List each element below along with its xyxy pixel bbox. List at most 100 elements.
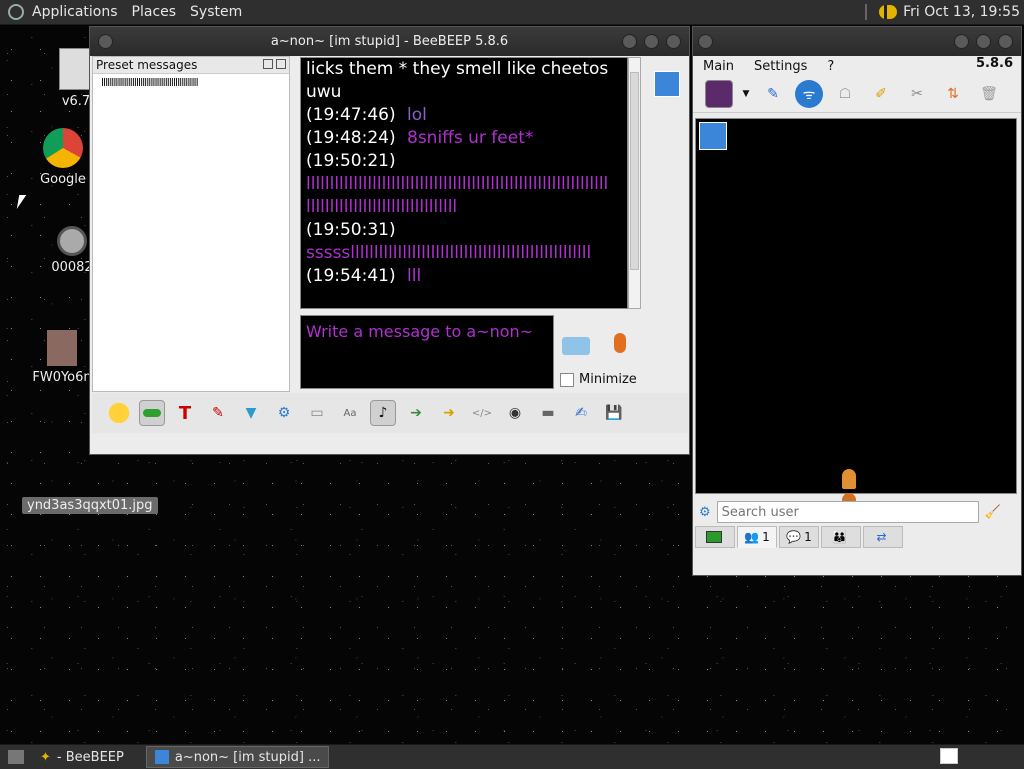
- notes-pencil-icon[interactable]: ✐: [867, 80, 895, 108]
- message-timestamp: (19:47:46): [306, 105, 396, 125]
- mask-icon[interactable]: [139, 400, 165, 426]
- user-avatar[interactable]: [654, 71, 680, 97]
- music-note-icon[interactable]: ♪: [370, 400, 396, 426]
- tools-icon[interactable]: ✂: [903, 80, 931, 108]
- chat-message-line: ssssslllllllllllllllllllllllllllllllllll…: [306, 242, 622, 265]
- desktop-icon-image[interactable]: FW0Yo6n: [30, 330, 94, 385]
- html-code-icon[interactable]: </>: [469, 400, 495, 426]
- filter-icon[interactable]: ▼: [238, 400, 264, 426]
- tab-chats[interactable]: [695, 526, 735, 548]
- main-window: Main Settings ? 5.8.6 ▼ ✎ ᯤ ☖ ✐ ✂ ⇅ 🗑 ⚙ …: [692, 26, 1022, 576]
- tray-icon[interactable]: ▭: [304, 400, 330, 426]
- menu-help[interactable]: ?: [827, 59, 834, 74]
- main-window-titlebar[interactable]: [693, 27, 1021, 56]
- image-thumbnail-icon: [47, 330, 77, 366]
- preset-message-item[interactable]: llllllllllllllllllllllllllllllllllllllll…: [93, 74, 289, 91]
- settings-gear-icon[interactable]: ⚙: [699, 505, 711, 520]
- close-window-button[interactable]: [666, 34, 681, 49]
- chat-message-line: licks them * they smell like cheetos: [306, 58, 622, 81]
- chat-log-scrollbar[interactable]: [628, 57, 641, 309]
- tab-users[interactable]: 👥 1: [737, 526, 777, 548]
- bee-icon: ✦: [40, 749, 51, 765]
- add-user-icon[interactable]: ☖: [831, 80, 859, 108]
- system-menu[interactable]: System: [190, 4, 242, 20]
- bottom-panel: ✦ - BeeBEEP a~non~ [im stupid] ...: [0, 744, 1024, 769]
- chat-avatar-icon: [154, 750, 169, 764]
- message-compose-field[interactable]: Write a message to a~non~: [300, 315, 554, 389]
- applications-menu[interactable]: Applications: [32, 4, 118, 20]
- main-tabs: 👥 1 💬 1 👪 ⇄: [695, 526, 905, 550]
- notes-icon[interactable]: ✍: [568, 400, 594, 426]
- mouse-cursor-icon: [16, 195, 27, 209]
- save-disk-icon[interactable]: 💾: [601, 400, 627, 426]
- minimize-checkbox[interactable]: [560, 372, 574, 387]
- chat-message-line: uwu: [306, 81, 622, 104]
- trash-icon[interactable]: 🗑: [975, 80, 1003, 108]
- color-picker-icon[interactable]: ✎: [205, 400, 231, 426]
- chat-message-line: (19:54:41) lll: [306, 265, 622, 288]
- settings-gear-icon[interactable]: ⚙: [271, 400, 297, 426]
- close-window-button[interactable]: [998, 34, 1013, 49]
- tab-files[interactable]: ⇄: [863, 526, 903, 548]
- chat-window-titlebar[interactable]: a~non~ [im stupid] - BeeBEEP 5.8.6: [90, 27, 689, 56]
- chat-toolbar: T ✎ ▼ ⚙ ▭ Aa ♪ ➔ ➜ </> ◉ ▬ ✍ 💾: [92, 393, 688, 433]
- workspace-switcher-icon[interactable]: [940, 748, 958, 764]
- menu-settings[interactable]: Settings: [754, 59, 807, 74]
- scrollbar-thumb[interactable]: [630, 72, 639, 270]
- message-timestamp: (19:54:41): [306, 266, 396, 286]
- tab-messages[interactable]: 💬 1: [779, 526, 819, 548]
- microphone-icon[interactable]: [610, 333, 630, 363]
- minimize-window-button[interactable]: [954, 34, 969, 49]
- distro-logo-icon[interactable]: [8, 4, 24, 20]
- maximize-window-button[interactable]: [976, 34, 991, 49]
- clock[interactable]: Fri Oct 13, 19:55: [903, 4, 1020, 20]
- beebeep-tray-icon[interactable]: [879, 5, 898, 19]
- search-user-input[interactable]: [716, 501, 979, 523]
- minimize-checkbox-row[interactable]: Minimize: [560, 372, 637, 387]
- send-file-icon[interactable]: [562, 332, 594, 360]
- update-arrow-icon[interactable]: ⇅: [939, 80, 967, 108]
- minimize-label: Minimize: [579, 372, 637, 387]
- status-avatar-icon[interactable]: [705, 80, 733, 108]
- message-text: llllllllllllllllllllllllllllllllllllllll…: [306, 174, 609, 194]
- emoticon-icon[interactable]: [106, 400, 132, 426]
- chevron-down-icon[interactable]: ▼: [741, 80, 751, 108]
- screenshot-camera-icon[interactable]: ◉: [502, 400, 528, 426]
- panel-separator: [865, 4, 868, 20]
- message-text: licks them * they smell like cheetos: [306, 59, 609, 79]
- network-broadcast-icon[interactable]: ᯤ: [795, 80, 823, 108]
- desktop-icon-chrome[interactable]: Google: [36, 128, 90, 187]
- top-panel: Applications Places System Fri Oct 13, 1…: [0, 0, 1024, 25]
- places-menu[interactable]: Places: [132, 4, 177, 20]
- version-label: 5.8.6: [975, 56, 1013, 71]
- window-menu-button[interactable]: [698, 34, 713, 49]
- chat-window: a~non~ [im stupid] - BeeBEEP 5.8.6 Prese…: [89, 26, 690, 455]
- taskbar-item-beebeep[interactable]: ✦ - BeeBEEP: [32, 746, 132, 768]
- close-panel-icon[interactable]: [276, 59, 286, 69]
- minimize-window-button[interactable]: [622, 34, 637, 49]
- taskbar-item-chat[interactable]: a~non~ [im stupid] ...: [145, 746, 330, 768]
- message-timestamp: (19:50:31): [306, 220, 396, 240]
- message-text: 8sniffs ur feet*: [407, 128, 534, 148]
- maximize-window-button[interactable]: [644, 34, 659, 49]
- users-icon: 👥: [744, 530, 760, 544]
- tab-groups[interactable]: 👪: [821, 526, 861, 548]
- share-folder-icon[interactable]: ➜: [436, 400, 462, 426]
- send-document-icon[interactable]: ➔: [403, 400, 429, 426]
- preset-messages-panel: Preset messages llllllllllllllllllllllll…: [92, 56, 290, 392]
- window-menu-button[interactable]: [98, 34, 113, 49]
- menu-main[interactable]: Main: [703, 59, 734, 74]
- user-list-item-avatar[interactable]: [699, 122, 727, 150]
- clear-broom-icon[interactable]: 🧹: [985, 505, 1001, 520]
- chat-message-line: llllllllllllllllllllllllllllllllllllllll…: [306, 173, 622, 196]
- chat-window-title: a~non~ [im stupid] - BeeBEEP 5.8.6: [270, 34, 509, 49]
- edit-profile-icon[interactable]: ✎: [759, 80, 787, 108]
- font-icon[interactable]: T: [172, 400, 198, 426]
- spellcheck-icon[interactable]: Aa: [337, 400, 363, 426]
- window-icon[interactable]: ▬: [535, 400, 561, 426]
- chat-message-line: (19:48:24) 8sniffs ur feet*: [306, 127, 622, 150]
- float-panel-icon[interactable]: [263, 59, 273, 69]
- selected-file-label[interactable]: ynd3as3qqxt01.jpg: [22, 497, 158, 514]
- desktop-icon-video[interactable]: 00082: [50, 226, 94, 275]
- show-desktop-icon[interactable]: [0, 746, 32, 768]
